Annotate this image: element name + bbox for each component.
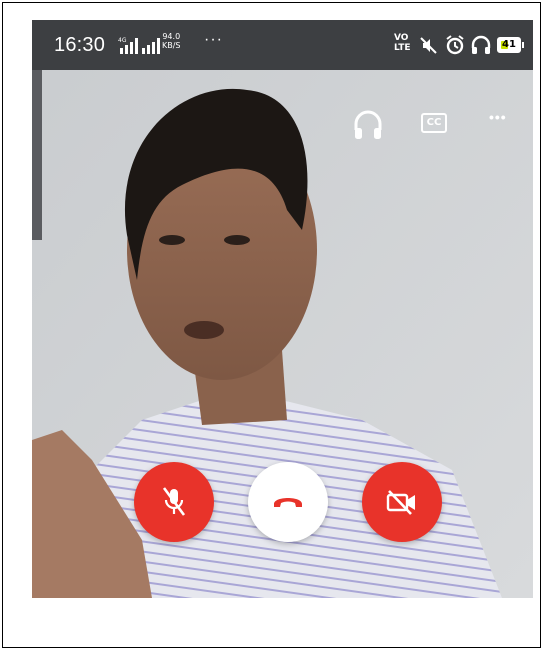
captions-label: CC: [426, 117, 442, 128]
video-off-icon: [386, 490, 415, 515]
phone-screen: 16:30 4G 94.0 KB/S ··· VO LTE 41 CC •••: [32, 20, 533, 598]
battery-level-text: 41: [502, 39, 516, 50]
signal-icon: 4G: [118, 37, 138, 54]
svg-text:4G: 4G: [118, 37, 127, 44]
screenshot-frame: 16:30 4G 94.0 KB/S ··· VO LTE 41 CC •••: [2, 2, 541, 648]
alarm-icon: [446, 35, 464, 55]
data-speed: 94.0 KB/S: [162, 32, 181, 50]
headset-icon: [471, 35, 491, 54]
status-time: 16:30: [54, 34, 106, 56]
video-toggle-button[interactable]: [362, 462, 442, 542]
end-call-button[interactable]: [248, 462, 328, 542]
volte-badge: VO LTE: [394, 33, 411, 53]
headset-icon[interactable]: [352, 108, 384, 142]
signal-icon: [142, 38, 160, 54]
status-bar: 16:30 4G 94.0 KB/S ··· VO LTE 41: [32, 20, 533, 70]
mute-icon: [420, 37, 437, 54]
battery-tip: [522, 42, 524, 48]
more-options-icon[interactable]: •••: [489, 109, 507, 125]
mute-button[interactable]: [134, 462, 214, 542]
battery-icon: 41: [497, 37, 521, 53]
more-options-label: •••: [489, 109, 507, 125]
captions-icon[interactable]: CC: [421, 113, 447, 133]
end-call-icon: [274, 498, 302, 507]
mic-off-icon: [162, 487, 186, 516]
more-indicator: ···: [204, 31, 223, 48]
